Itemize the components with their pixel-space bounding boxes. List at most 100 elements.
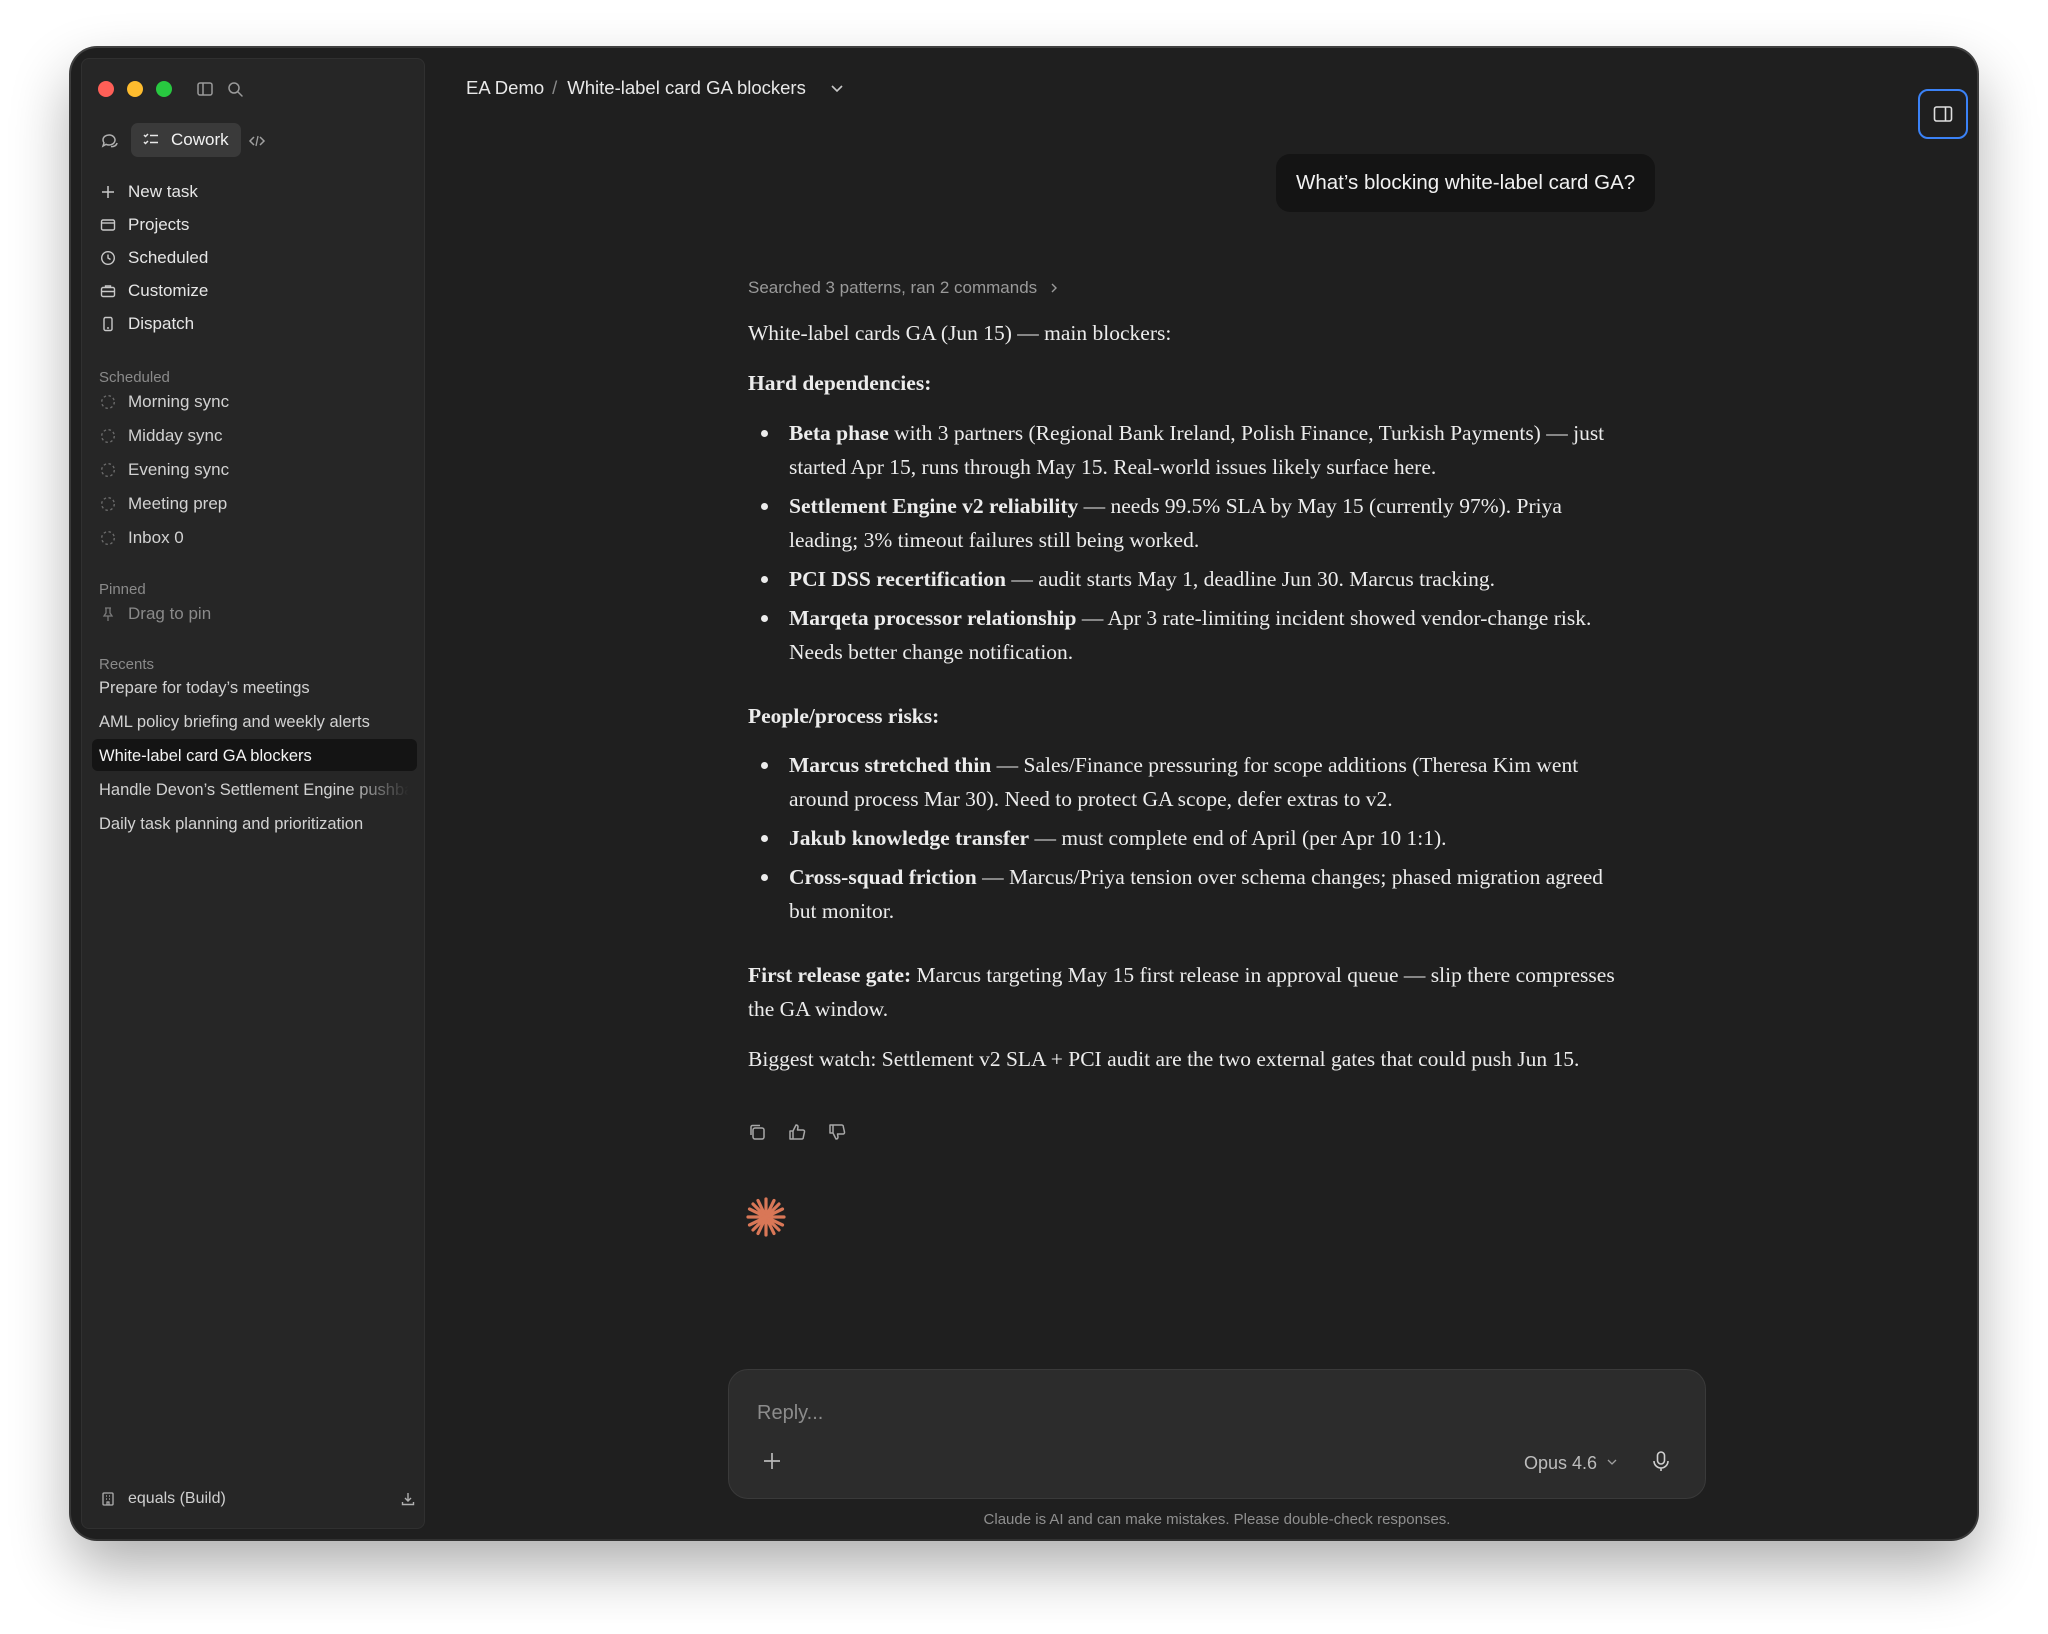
- recent-item-active[interactable]: White-label card GA blockers: [99, 741, 409, 771]
- recent-item[interactable]: Prepare for today’s meetings: [99, 673, 409, 703]
- dashed-circle-icon: [100, 496, 116, 512]
- scheduled-item-evening-sync[interactable]: Evening sync: [82, 455, 424, 485]
- item-title: Beta phase: [789, 421, 889, 445]
- maximize-window-button[interactable]: [156, 81, 172, 97]
- thumbs-up-icon[interactable]: [787, 1122, 807, 1142]
- new-task-button[interactable]: New task: [82, 177, 424, 207]
- dashed-circle-icon: [100, 462, 116, 478]
- breadcrumb-separator: /: [552, 77, 558, 98]
- briefcase-icon: [100, 285, 116, 298]
- assistant-response: White-label cards GA (Jun 15) — main blo…: [748, 316, 1628, 1076]
- people-risks-heading: People/process risks:: [748, 699, 1628, 733]
- chevron-down-icon: [1607, 1459, 1617, 1465]
- sidebar-toggle-icon[interactable]: [195, 79, 215, 99]
- toggle-side-panel-button[interactable]: [1918, 89, 1968, 139]
- scheduled-label: Inbox 0: [128, 528, 184, 547]
- tool-summary-toggle[interactable]: Searched 3 patterns, ran 2 commands: [748, 278, 1060, 298]
- scheduled-label: Midday sync: [128, 426, 223, 445]
- copy-icon[interactable]: [747, 1122, 767, 1142]
- model-selector[interactable]: Opus 4.6: [1524, 1448, 1618, 1478]
- side-panel-icon: [1933, 106, 1953, 122]
- list-item: Jakub knowledge transfer — must complete…: [748, 821, 1628, 855]
- heading-text: People/process risks:: [748, 704, 940, 728]
- nav-item-dispatch[interactable]: Dispatch: [82, 309, 424, 339]
- item-text: — must complete end of April (per Apr 10…: [1029, 826, 1447, 850]
- folder-icon: [100, 219, 116, 231]
- conversation-title[interactable]: White-label card GA blockers: [567, 68, 806, 108]
- recent-item[interactable]: AML policy briefing and weekly alerts: [99, 707, 409, 737]
- pin-icon: [102, 607, 114, 621]
- model-name: Opus 4.6: [1524, 1453, 1598, 1473]
- nav-label: New task: [128, 182, 198, 201]
- plus-icon: [102, 186, 114, 198]
- tool-summary-text: Searched 3 patterns, ran 2 commands: [748, 278, 1038, 297]
- list-item: Marqeta processor relationship — Apr 3 r…: [748, 601, 1628, 669]
- nav-item-projects[interactable]: Projects: [82, 210, 424, 240]
- scheduled-heading: Scheduled: [99, 369, 170, 386]
- sidebar: Cowork New task Projects Scheduled Custo…: [81, 58, 425, 1529]
- clock-icon: [100, 250, 116, 266]
- item-title: Cross-squad friction: [789, 865, 977, 889]
- item-text: — audit starts May 1, deadline Jun 30. M…: [1005, 567, 1495, 591]
- scheduled-item-inbox-0[interactable]: Inbox 0: [82, 523, 424, 553]
- disclaimer: Claude is AI and can make mistakes. Plea…: [983, 1511, 1451, 1528]
- phone-icon: [103, 316, 113, 332]
- nav-label: Dispatch: [128, 314, 195, 333]
- hard-dependencies-list: Beta phase with 3 partners (Regional Ban…: [748, 416, 1628, 669]
- dashed-circle-icon: [100, 530, 116, 546]
- breadcrumb: EA Demo / White-label card GA blockers: [466, 68, 845, 108]
- first-release-gate: First release gate: Marcus targeting May…: [748, 958, 1628, 1026]
- summary-paragraph: Biggest watch: Settlement v2 SLA + PCI a…: [748, 1047, 1580, 1071]
- checklist-icon: [143, 133, 158, 145]
- recent-item[interactable]: Handle Devon’s Settlement Engine pushbac…: [99, 775, 409, 805]
- app-window: Cowork New task Projects Scheduled Custo…: [71, 48, 1977, 1539]
- dashed-circle-icon: [100, 428, 116, 444]
- list-item: Beta phase with 3 partners (Regional Ban…: [748, 416, 1628, 484]
- user-message: What’s blocking white-label card GA?: [1276, 154, 1656, 212]
- reply-input[interactable]: [755, 1392, 1459, 1434]
- item-title: PCI DSS recertification: [789, 567, 1006, 591]
- chevron-right-icon: [1051, 283, 1057, 293]
- nav-item-scheduled[interactable]: Scheduled: [82, 243, 424, 273]
- scheduled-item-morning-sync[interactable]: Morning sync: [82, 387, 424, 417]
- breadcrumb-workspace[interactable]: EA Demo: [466, 68, 544, 108]
- item-title: Settlement Engine v2 reliability: [789, 494, 1079, 518]
- code-mode-icon[interactable]: [248, 132, 266, 150]
- hard-dependencies-heading: Hard dependencies:: [748, 366, 1628, 400]
- pinned-heading: Pinned: [99, 581, 146, 598]
- chat-mode-icon[interactable]: [99, 130, 121, 152]
- close-window-button[interactable]: [98, 81, 114, 97]
- scheduled-label: Meeting prep: [128, 494, 228, 513]
- nav-item-customize[interactable]: Customize: [82, 276, 424, 306]
- gate-title: First release gate:: [748, 963, 912, 987]
- chevron-down-icon[interactable]: [829, 80, 845, 96]
- minimize-window-button[interactable]: [127, 81, 143, 97]
- mode-switcher: Cowork: [82, 123, 424, 159]
- scheduled-label: Morning sync: [128, 392, 230, 411]
- scheduled-label: Evening sync: [128, 460, 230, 479]
- scheduled-item-midday-sync[interactable]: Midday sync: [82, 421, 424, 451]
- building-icon: [102, 1492, 114, 1506]
- add-attachment-icon[interactable]: [761, 1450, 783, 1472]
- cowork-mode-label: Cowork: [171, 130, 229, 149]
- cowork-mode-button[interactable]: Cowork: [131, 123, 241, 157]
- microphone-icon[interactable]: [1649, 1449, 1673, 1473]
- thumbs-down-icon[interactable]: [827, 1122, 847, 1142]
- pin-placeholder-label: Drag to pin: [128, 604, 212, 623]
- workspace-footer[interactable]: equals (Build): [82, 1484, 424, 1514]
- list-item: Cross-squad friction — Marcus/Priya tens…: [748, 860, 1628, 928]
- item-title: Marqeta processor relationship: [789, 606, 1077, 630]
- workspace-label: equals (Build): [128, 1490, 226, 1507]
- heading-text: Hard dependencies:: [748, 371, 932, 395]
- recent-item[interactable]: Daily task planning and prioritization: [99, 809, 409, 839]
- list-item: PCI DSS recertification — audit starts M…: [748, 562, 1628, 596]
- download-icon[interactable]: [400, 1491, 416, 1507]
- scheduled-item-meeting-prep[interactable]: Meeting prep: [82, 489, 424, 519]
- nav-label: Customize: [128, 281, 209, 300]
- pin-drop-zone[interactable]: Drag to pin: [82, 599, 424, 629]
- search-icon[interactable]: [225, 79, 245, 99]
- response-intro: White-label cards GA (Jun 15) — main blo…: [748, 321, 1172, 345]
- people-risks-list: Marcus stretched thin — Sales/Finance pr…: [748, 748, 1628, 928]
- item-title: Marcus stretched thin: [789, 753, 992, 777]
- item-title: Jakub knowledge transfer: [789, 826, 1030, 850]
